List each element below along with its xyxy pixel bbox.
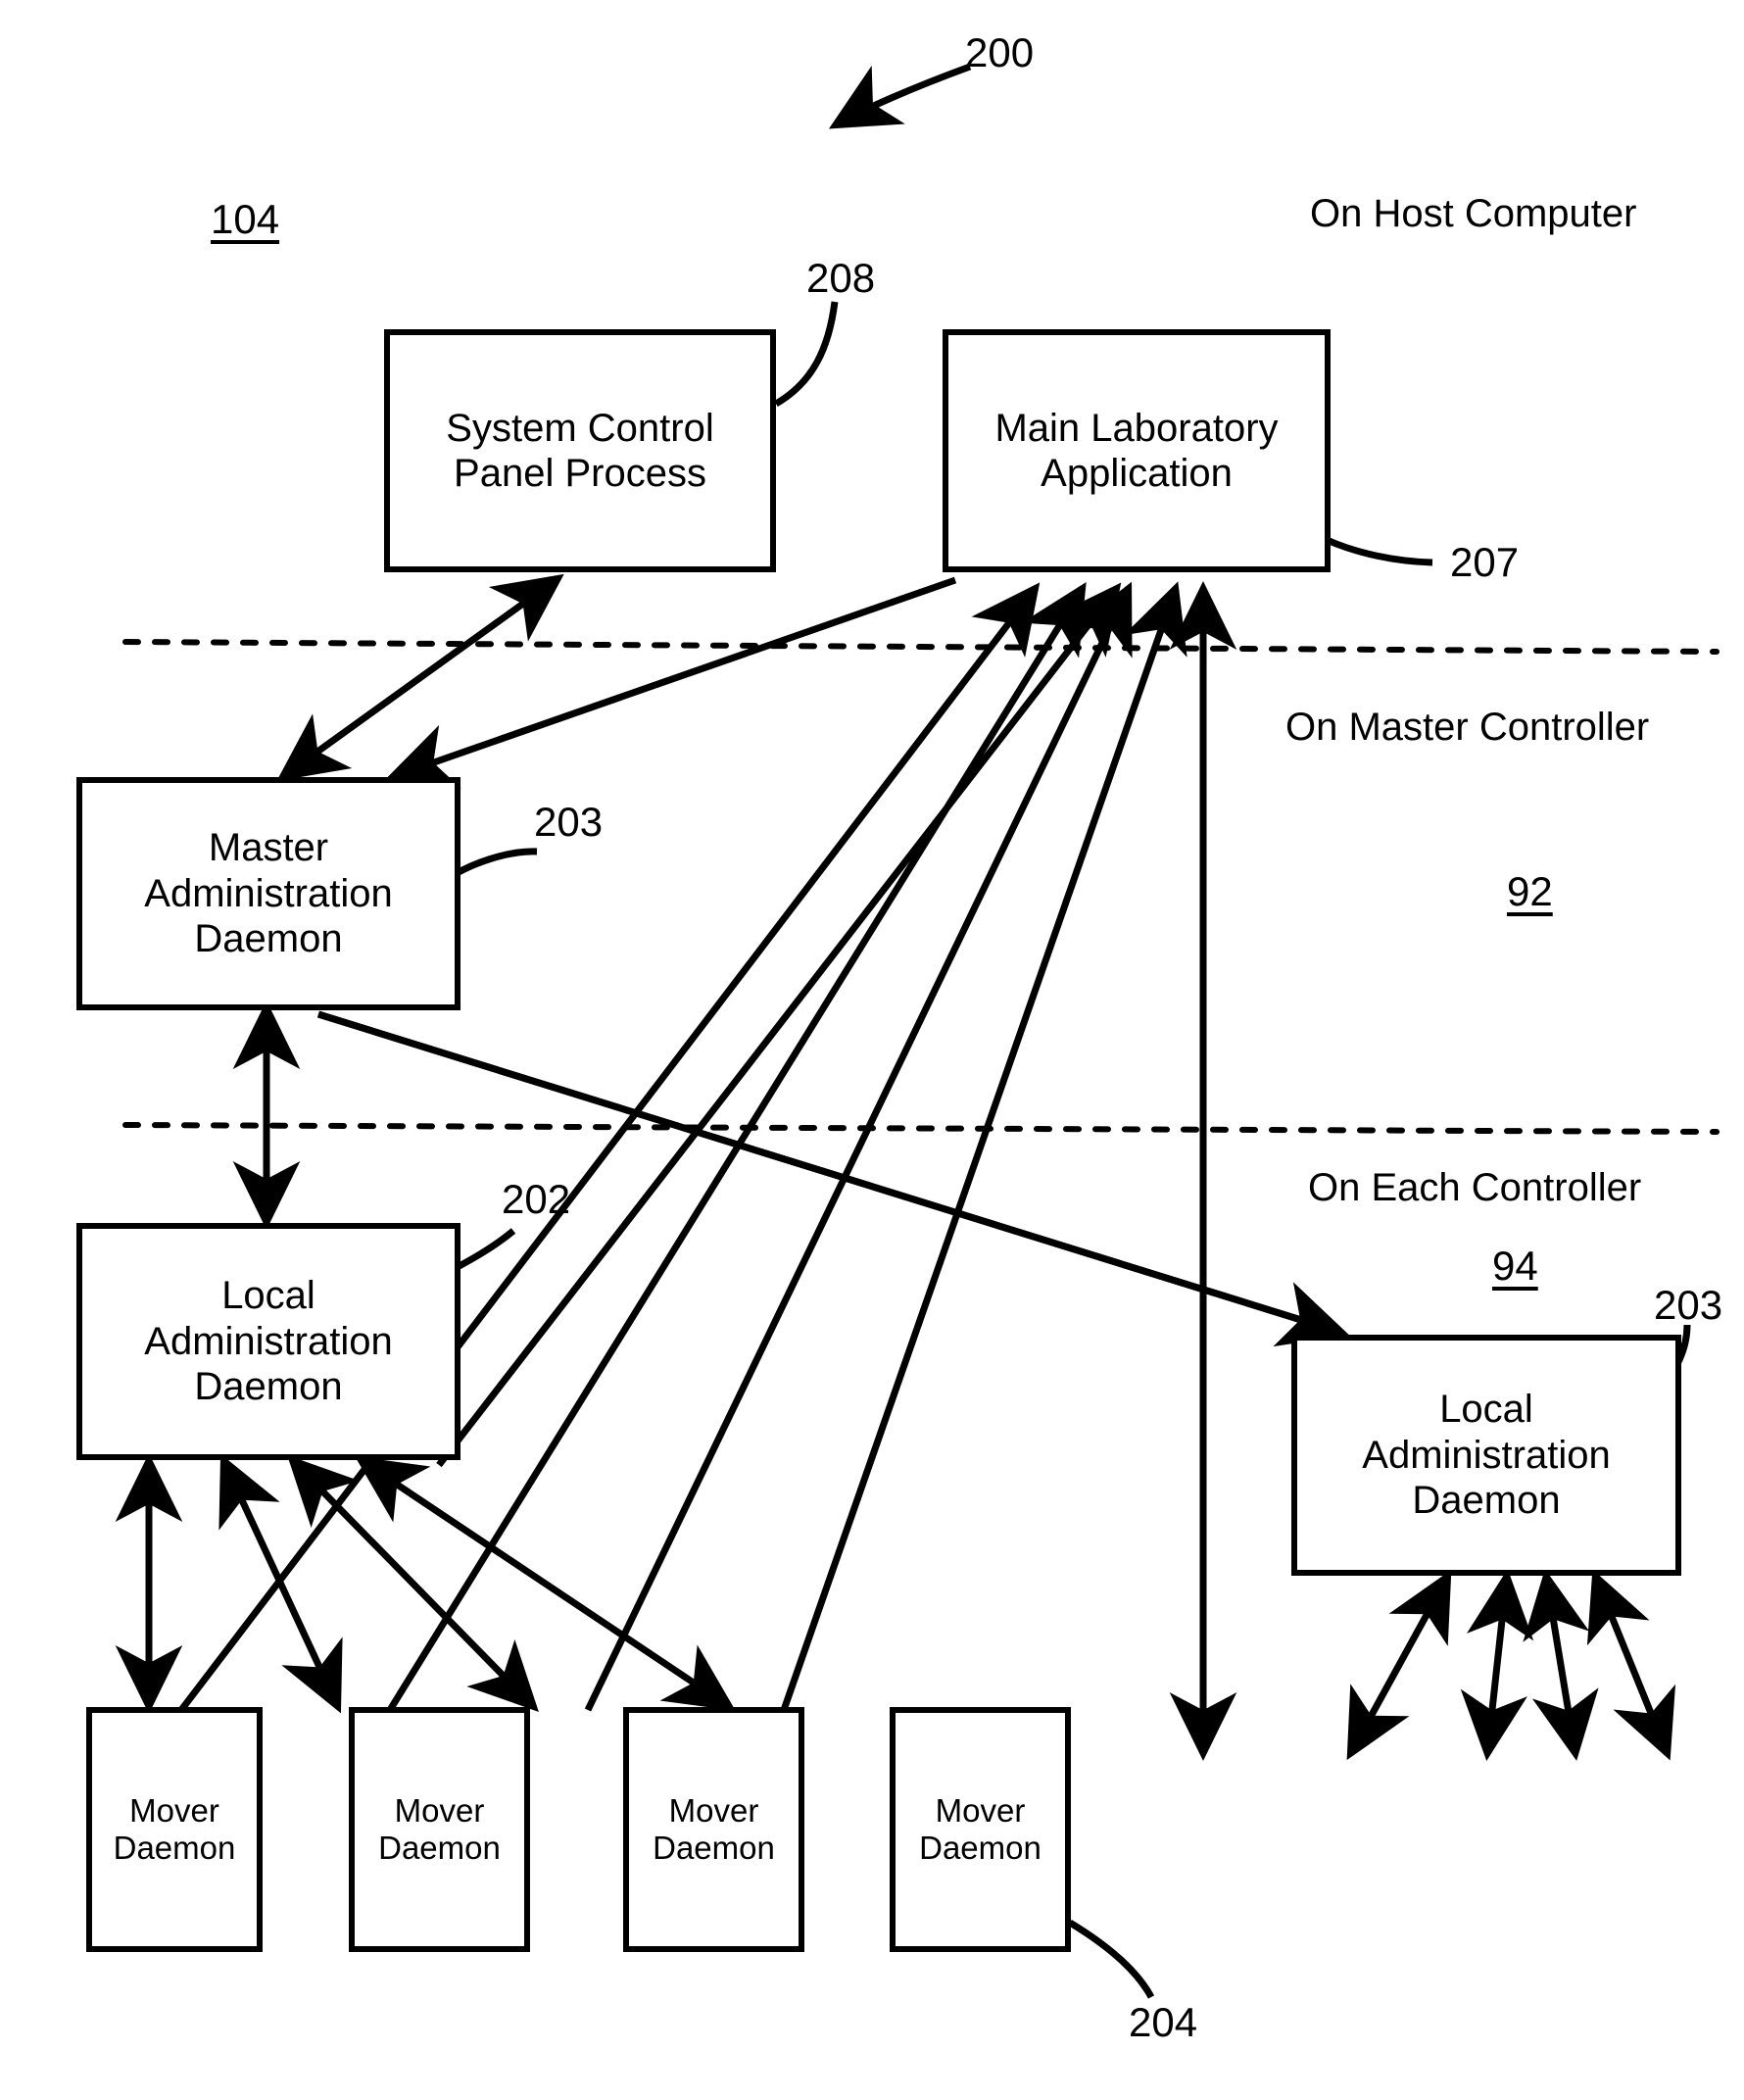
node-label-local-administration-daemon-left: Local Administration Daemon	[144, 1274, 393, 1409]
edge-local-admin-right-device2	[1460, 1569, 1534, 1761]
patent-figure-200: Master Administration Daemon === --> Mas…	[0, 0, 1744, 2100]
lead-line-208	[774, 301, 839, 408]
node-label-mover-daemon-4: Mover Daemon	[919, 1791, 1042, 1866]
node-master-administration-daemon[interactable]: Master Administration Daemon	[76, 777, 460, 1010]
node-local-administration-daemon-left[interactable]: Local Administration Daemon	[76, 1223, 460, 1460]
node-label-main-laboratory-application: Main Laboratory Application	[994, 406, 1279, 495]
edge-main-lab-to-master-admin	[385, 576, 957, 789]
node-label-master-administration-daemon: Master Administration Daemon	[144, 826, 393, 961]
edge-mover3-to-main-lab	[584, 581, 1133, 1712]
ref-207: 207	[1450, 539, 1520, 585]
edge-local-admin-mover4	[355, 1456, 736, 1711]
node-mover-daemon-2[interactable]: Mover Daemon	[349, 1707, 530, 1952]
node-label-local-administration-daemon-right: Local Administration Daemon	[1362, 1388, 1611, 1523]
zone-divider-host-master	[122, 639, 1720, 655]
lead-line-204	[1068, 1920, 1155, 1999]
ref-200: 200	[965, 29, 1035, 75]
edge-mover4-to-main-lab	[780, 581, 1187, 1712]
edge-local-admin-right-to-master-admin	[316, 1010, 1349, 1347]
zone-divider-master-each	[122, 1122, 1720, 1135]
edge-scp-master-admin	[276, 573, 564, 782]
node-label-mover-daemon-1: Mover Daemon	[113, 1791, 236, 1866]
edge-local-admin-right-device1	[1346, 1569, 1452, 1761]
node-mover-daemon-3[interactable]: Mover Daemon	[623, 1707, 804, 1952]
node-label-system-control-panel-process: System Control Panel Process	[446, 406, 714, 495]
ref-202: 202	[502, 1176, 571, 1222]
edge-local-admin-mover3	[287, 1455, 539, 1712]
ref-92: 92	[1507, 868, 1553, 914]
node-label-mover-daemon-2: Mover Daemon	[378, 1791, 501, 1866]
edge-local-admin-right-device4	[1586, 1569, 1676, 1761]
ref-204: 204	[1129, 1999, 1198, 2045]
edge-mover2-to-main-lab	[387, 582, 1087, 1712]
ref-104: 104	[211, 196, 280, 242]
node-mover-daemon-1[interactable]: Mover Daemon	[86, 1707, 263, 1952]
ref-94: 94	[1492, 1243, 1538, 1289]
zone-label-on-master-controller: On Master Controller	[1285, 706, 1650, 749]
ref-203-local: 203	[1654, 1282, 1723, 1328]
lead-line-207	[1323, 535, 1433, 566]
zone-label-on-each-controller: On Each Controller	[1308, 1166, 1642, 1209]
ref-203-master: 203	[534, 799, 604, 845]
edge-local-admin-right-device3	[1523, 1569, 1599, 1761]
node-mover-daemon-4[interactable]: Mover Daemon	[890, 1707, 1071, 1952]
lead-line-200	[828, 63, 972, 129]
node-label-mover-daemon-3: Mover Daemon	[653, 1791, 775, 1866]
edge-local-admin-left-to-main-lab	[436, 582, 1122, 1468]
node-system-control-panel-process[interactable]: System Control Panel Process	[384, 329, 776, 572]
zone-label-on-host-computer: On Host Computer	[1310, 192, 1637, 235]
edge-local-admin-mover2	[218, 1453, 343, 1714]
node-local-administration-daemon-right[interactable]: Local Administration Daemon	[1291, 1335, 1681, 1576]
edge-master-admin-to-local-admin-right	[316, 1010, 1349, 1347]
ref-208: 208	[806, 255, 876, 301]
edge-mover1-to-main-lab	[178, 582, 1041, 1713]
node-main-laboratory-application[interactable]: Main Laboratory Application	[943, 329, 1331, 572]
